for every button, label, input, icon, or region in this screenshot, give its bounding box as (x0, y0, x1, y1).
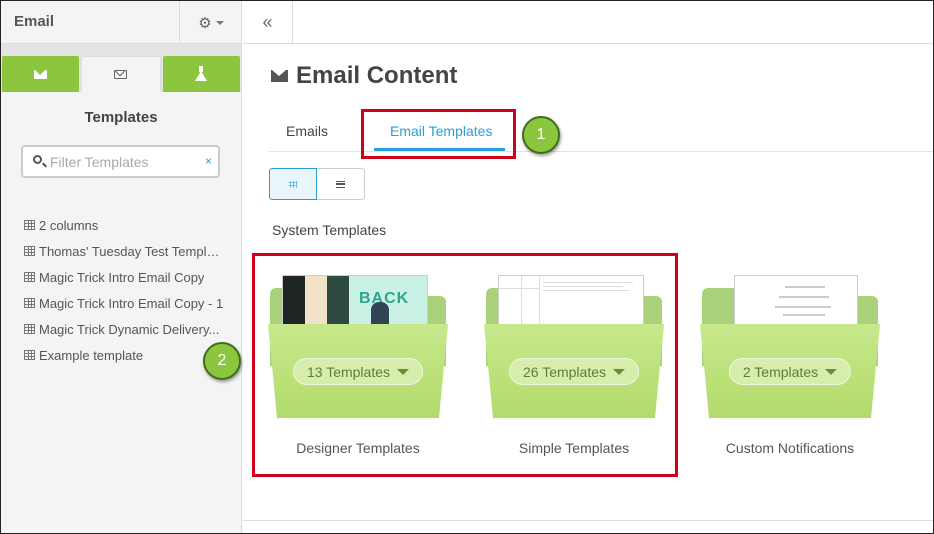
preview-line (779, 296, 829, 298)
grid-icon (289, 180, 297, 188)
flask-icon (195, 65, 208, 81)
view-toggle (269, 168, 365, 200)
annotation-badge-2: 2 (203, 342, 241, 380)
sidebar-header: Email ⚙ (1, 1, 241, 44)
template-item-label: Magic Trick Dynamic Delivery... (39, 321, 220, 337)
template-item-label: Thomas' Tuesday Test Template (39, 243, 224, 259)
page-title-text: Email Content (296, 62, 458, 89)
template-item[interactable]: Magic Trick Intro Email Copy (24, 264, 224, 290)
sidebar-tabs (1, 56, 241, 92)
envelope-outline-icon (114, 70, 128, 79)
template-count-dropdown[interactable]: 2 Templates (728, 358, 852, 385)
preview-line (775, 306, 831, 308)
gear-icon: ⚙ (198, 14, 212, 32)
table-icon (24, 220, 35, 230)
caret-down-icon (215, 20, 224, 25)
template-count-label: 2 Templates (742, 363, 819, 380)
search-icon (33, 155, 42, 164)
table-icon (24, 272, 35, 282)
page-title: Email Content (271, 62, 457, 90)
footer-divider (243, 520, 933, 521)
table-icon (24, 324, 35, 334)
template-item-label: Magic Trick Intro Email Copy - 1 (39, 295, 224, 311)
filter-templates-field[interactable]: × (21, 145, 220, 178)
envelope-icon (34, 69, 48, 79)
main-topbar: « (243, 1, 933, 44)
preview-line (785, 286, 825, 288)
table-icon (24, 350, 35, 360)
collapse-sidebar-button[interactable]: « (243, 1, 293, 44)
filter-templates-input[interactable] (50, 152, 200, 172)
sidebar-spacer (1, 44, 241, 56)
clear-icon[interactable]: × (205, 154, 212, 168)
folder-name: Custom Notifications (725, 440, 855, 456)
template-item[interactable]: Thomas' Tuesday Test Template (24, 238, 224, 264)
table-icon (24, 246, 35, 256)
preview-line (783, 314, 825, 316)
annotation-highlight-tab (361, 109, 516, 159)
template-item-label: 2 columns (39, 217, 99, 233)
folder-custom-notifications[interactable]: 2 Templates Custom Notifications (700, 270, 880, 460)
template-item[interactable]: Magic Trick Intro Email Copy - 1 (24, 290, 224, 316)
table-icon (24, 298, 35, 308)
sidebar-tab-emails[interactable] (2, 56, 80, 92)
envelope-icon (271, 70, 288, 82)
annotation-badge-1: 1 (522, 116, 560, 154)
annotation-highlight-folders (252, 253, 678, 477)
template-list: 2 columns Thomas' Tuesday Test Template … (24, 212, 224, 368)
list-view-button[interactable] (317, 168, 365, 200)
template-item[interactable]: Example template (24, 342, 224, 368)
tab-emails[interactable]: Emails (286, 123, 328, 139)
sidebar-heading: Templates (84, 109, 158, 126)
caret-down-icon (825, 368, 838, 375)
grid-view-button[interactable] (269, 168, 317, 200)
sidebar-tab-tests[interactable] (162, 56, 240, 92)
template-item[interactable]: Magic Trick Dynamic Delivery... (24, 316, 224, 342)
sidebar-tab-templates[interactable] (81, 56, 161, 92)
list-icon (336, 180, 345, 188)
sidebar-title: Email (14, 13, 55, 30)
section-label: System Templates (272, 222, 387, 238)
settings-dropdown[interactable]: ⚙ (179, 1, 242, 44)
template-item-label: Magic Trick Intro Email Copy (39, 269, 205, 285)
template-item[interactable]: 2 columns (24, 212, 224, 238)
template-item-label: Example template (39, 347, 144, 363)
double-chevron-left-icon: « (262, 12, 273, 32)
